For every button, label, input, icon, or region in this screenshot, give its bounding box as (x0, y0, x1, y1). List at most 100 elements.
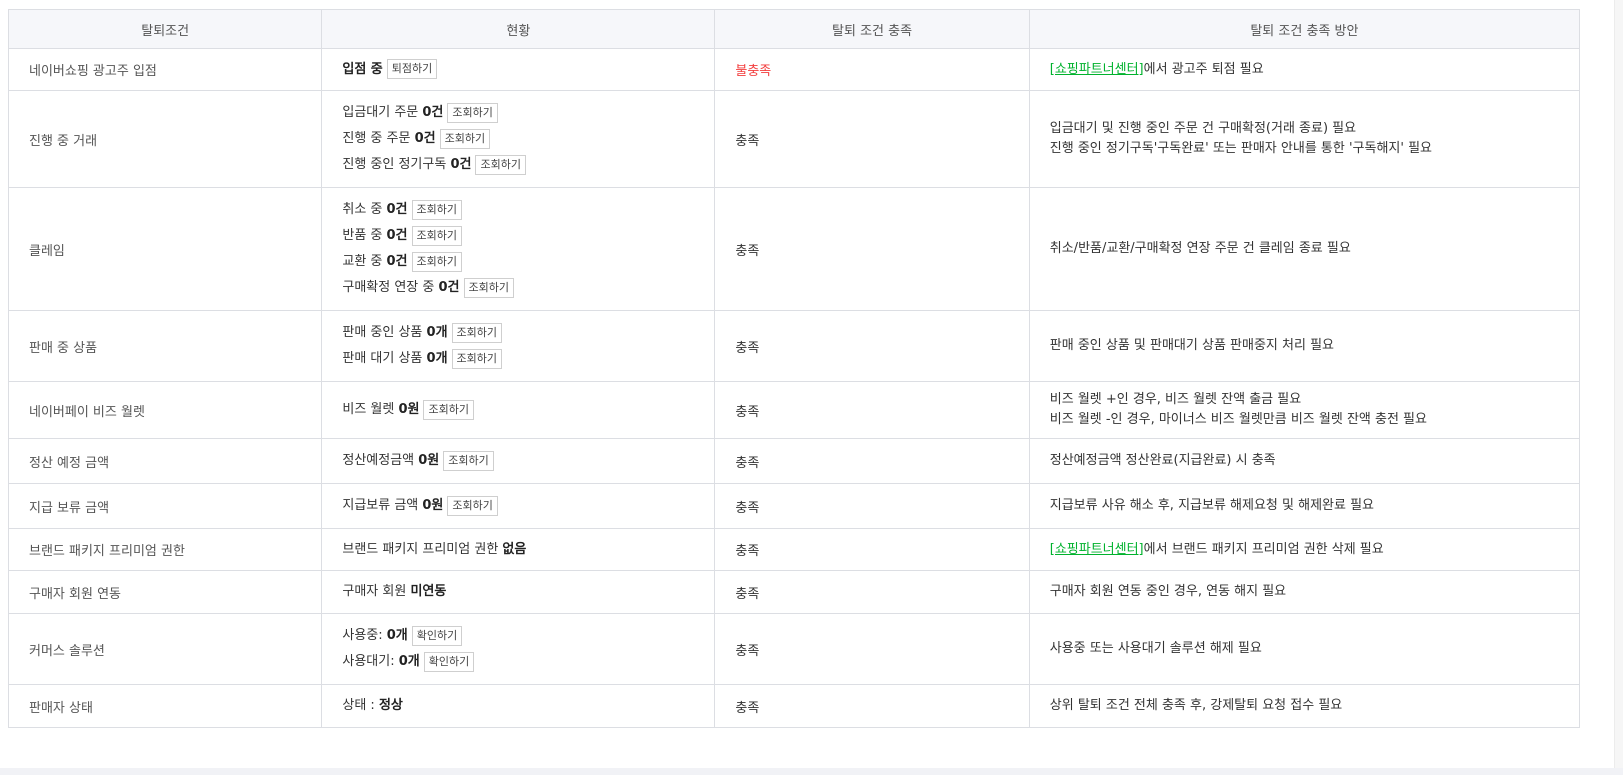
met-badge: 충족 (735, 133, 760, 149)
table-header-row: 탈퇴조건 현황 탈퇴 조건 충족 탈퇴 조건 충족 방안 (7, 9, 1581, 49)
status-line: 취소 중 0건 조회하기 (342, 197, 694, 223)
method-text: 진행 중인 정기구독'구독완료' 또는 판매자 안내를 통한 '구독해지' 필요 (1049, 141, 1432, 156)
method-line: 입금대기 및 진행 중인 주문 건 구매확정(거래 종료) 필요 (1050, 119, 1559, 139)
method-text: 상위 탈퇴 조건 전체 충족 후, 강제탈퇴 요청 접수 필요 (1049, 698, 1343, 713)
status-label: 구매자 회원 (342, 584, 411, 599)
met-status-cell: 충족 (714, 438, 1030, 484)
met-badge: 충족 (735, 586, 760, 602)
status-cell: 판매 중인 상품 0개 조회하기 판매 대기 상품 0개 조회하기 (321, 310, 716, 382)
lookup-button[interactable]: 조회하기 (451, 348, 503, 369)
condition-cell: 진행 중 거래 (7, 90, 323, 188)
table-row: 정산 예정 금액 정산예정금액 0원 조회하기 충족 정산예정금액 정산완료(지급완료)… (7, 438, 1581, 484)
status-label: 취소 중 (342, 202, 387, 217)
status-line: 브랜드 패키지 프리미엄 권한 없음 (342, 537, 694, 563)
method-text: 입금대기 및 진행 중인 주문 건 구매확정(거래 종료) 필요 (1049, 121, 1357, 136)
condition-cell: 판매자 상태 (7, 684, 323, 728)
condition-cell: 구매자 회원 연동 (7, 570, 323, 614)
lookup-button[interactable]: 조회하기 (443, 450, 494, 471)
table-row: 지급 보류 금액 지급보류 금액 0원 조회하기 충족 지급보류 사유 해소 후, 지급… (7, 483, 1581, 529)
table-row: 판매 중 상품 판매 중인 상품 0개 조회하기 판매 대기 상품 0개 조회하기 충족 판… (7, 310, 1581, 382)
status-line: 지급보류 금액 0원 조회하기 (342, 493, 694, 519)
check-button[interactable]: 확인하기 (411, 625, 463, 646)
status-line: 상태 : 정상 (342, 693, 694, 719)
lookup-button[interactable]: 조회하기 (447, 495, 498, 516)
check-button[interactable]: 확인하기 (423, 651, 475, 672)
status-cell: 구매자 회원 미연동 (321, 570, 716, 614)
method-cell: 상위 탈퇴 조건 전체 충족 후, 강제탈퇴 요청 접수 필요 (1028, 684, 1581, 728)
status-line: 진행 중 주문 0건 조회하기 (342, 126, 694, 152)
method-line: 판매 중인 상품 및 판매대기 상품 판매중지 처리 필요 (1050, 336, 1559, 356)
method-cell: 정산예정금액 정산완료(지급완료) 시 충족 (1028, 438, 1581, 484)
met-status-cell: 불충족 (714, 48, 1030, 91)
content-panel: 탈퇴조건 현황 탈퇴 조건 충족 탈퇴 조건 충족 방안 네이버쇼핑 광고주 입… (0, 0, 1614, 768)
method-cell: 사용중 또는 사용대기 솔루션 해제 필요 (1028, 613, 1581, 685)
status-value: 미연동 (410, 584, 447, 599)
condition-cell: 정산 예정 금액 (7, 438, 323, 484)
table-row: 커머스 솔루션 사용중: 0개 확인하기 사용대기: 0개 확인하기 충족 사용중 또는 사… (7, 613, 1581, 685)
status-cell: 지급보류 금액 0원 조회하기 (321, 483, 716, 529)
lookup-button[interactable]: 조회하기 (411, 225, 463, 246)
status-cell: 사용중: 0개 확인하기 사용대기: 0개 확인하기 (321, 613, 716, 685)
withdrawal-conditions-table: 탈퇴조건 현황 탈퇴 조건 충족 탈퇴 조건 충족 방안 네이버쇼핑 광고주 입… (7, 9, 1581, 728)
method-line: 비즈 월렛 -인 경우, 마이너스 비즈 월렛만큼 비즈 월렛 잔액 충전 필요 (1050, 410, 1559, 430)
method-line: 상위 탈퇴 조건 전체 충족 후, 강제탈퇴 요청 접수 필요 (1050, 696, 1559, 716)
method-text: 지급보류 사유 해소 후, 지급보류 해제요청 및 해제완료 필요 (1049, 498, 1374, 513)
lookup-button[interactable]: 조회하기 (423, 399, 474, 420)
column-header-met: 탈퇴 조건 충족 (714, 9, 1030, 49)
method-cell: 입금대기 및 진행 중인 주문 건 구매확정(거래 종료) 필요진행 중인 정기… (1028, 90, 1581, 188)
shopping-partner-center-link[interactable]: [쇼핑파트너센터] (1050, 62, 1144, 77)
status-value: 0개 (426, 325, 448, 340)
method-text: 에서 광고주 퇴점 필요 (1143, 61, 1264, 77)
method-line: 구매자 회원 연동 중인 경우, 연동 해지 필요 (1050, 582, 1559, 602)
status-value: 없음 (502, 541, 527, 557)
status-line: 사용대기: 0개 확인하기 (342, 649, 694, 675)
status-value: 0건 (414, 131, 436, 146)
met-status-cell: 충족 (714, 187, 1030, 311)
table-row: 판매자 상태 상태 : 정상 충족 상위 탈퇴 조건 전체 충족 후, 강제탈퇴 요청… (7, 684, 1581, 728)
status-line: 반품 중 0건 조회하기 (342, 223, 694, 249)
status-value: 입점 중 (342, 61, 383, 77)
method-cell: [쇼핑파트너센터]에서 광고주 퇴점 필요 (1028, 48, 1581, 91)
status-value: 0건 (386, 228, 408, 243)
status-value: 0건 (386, 202, 408, 217)
status-label: 브랜드 패키지 프리미엄 권한 (342, 541, 503, 557)
condition-cell: 클레임 (7, 187, 323, 311)
withdraw-store-button[interactable]: 퇴점하기 (386, 59, 438, 79)
status-cell: 취소 중 0건 조회하기 반품 중 0건 조회하기 교환 중 0건 조회하기 구매확정 연장… (321, 187, 716, 311)
met-badge: 충족 (735, 544, 760, 559)
status-line: 판매 대기 상품 0개 조회하기 (342, 346, 694, 372)
method-text: 정산예정금액 정산완료(지급완료) 시 충족 (1049, 453, 1276, 468)
lookup-button[interactable]: 조회하기 (451, 322, 503, 343)
status-value: 0건 (386, 254, 408, 269)
method-line: 사용중 또는 사용대기 솔루션 해제 필요 (1050, 639, 1559, 659)
method-text: 에서 브랜드 패키지 프리미엄 권한 삭제 필요 (1143, 541, 1384, 557)
condition-cell: 브랜드 패키지 프리미엄 권한 (7, 528, 323, 571)
method-cell: 판매 중인 상품 및 판매대기 상품 판매중지 처리 필요 (1028, 310, 1581, 382)
table-row: 진행 중 거래 입금대기 주문 0건 조회하기 진행 중 주문 0건 조회하기 진행 중인… (7, 90, 1581, 188)
lookup-button[interactable]: 조회하기 (463, 277, 514, 298)
status-value: 0개 (386, 628, 408, 643)
lookup-button[interactable]: 조회하기 (439, 128, 491, 149)
column-header-method: 탈퇴 조건 충족 방안 (1028, 9, 1581, 49)
lookup-button[interactable]: 조회하기 (475, 154, 526, 175)
lookup-button[interactable]: 조회하기 (411, 251, 463, 272)
status-label: 진행 중인 정기구독 (342, 157, 451, 172)
lookup-button[interactable]: 조회하기 (411, 199, 463, 220)
met-status-cell: 충족 (714, 570, 1030, 614)
method-text: 비즈 월렛 +인 경우, 비즈 월렛 잔액 출금 필요 (1049, 392, 1302, 407)
status-value: 0건 (438, 280, 460, 295)
status-value: 0개 (426, 351, 448, 366)
table-row: 네이버쇼핑 광고주 입점 입점 중 퇴점하기 불충족 [쇼핑파트너센터]에서 광고주 퇴… (7, 48, 1581, 91)
status-label: 사용대기: (342, 654, 399, 669)
shopping-partner-center-link[interactable]: [쇼핑파트너센터] (1050, 542, 1144, 557)
lookup-button[interactable]: 조회하기 (447, 102, 498, 123)
vertical-scrollbar[interactable] (1614, 0, 1623, 768)
status-line: 진행 중인 정기구독 0건 조회하기 (342, 152, 694, 178)
status-cell: 입점 중 퇴점하기 (321, 48, 716, 91)
status-cell: 브랜드 패키지 프리미엄 권한 없음 (321, 528, 716, 571)
met-badge: 충족 (735, 700, 760, 716)
status-line: 구매자 회원 미연동 (342, 579, 694, 605)
met-status-cell: 충족 (714, 613, 1030, 685)
status-line: 입점 중 퇴점하기 (342, 57, 694, 83)
status-line: 비즈 월렛 0원 조회하기 (342, 397, 694, 423)
